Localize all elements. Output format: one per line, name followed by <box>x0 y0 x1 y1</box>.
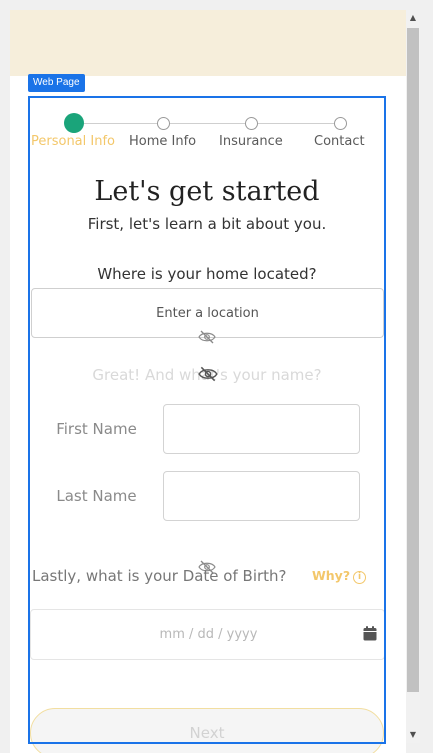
last-name-field[interactable] <box>163 471 360 521</box>
step-dot-home-info <box>157 117 170 130</box>
eye-slash-icon <box>198 366 218 382</box>
step-label-personal-info: Personal Info <box>31 134 115 149</box>
stepper-line <box>74 123 340 124</box>
step-label-home-info: Home Info <box>129 134 197 149</box>
step-dot-insurance <box>245 117 258 130</box>
location-question: Where is your home located? <box>97 265 317 283</box>
dob-placeholder: mm / dd / yyyy <box>159 627 258 642</box>
dob-question: Lastly, what is your Date of Birth? <box>32 567 287 585</box>
page-title: Let's get started <box>94 176 320 207</box>
scroll-down-arrow-icon[interactable]: ▼ <box>406 727 420 743</box>
first-name-label: First Name <box>56 420 137 438</box>
scroll-thumb[interactable] <box>407 28 419 692</box>
info-circle-icon: i <box>353 571 367 584</box>
top-banner <box>10 10 406 76</box>
eye-slash-icon <box>198 330 216 344</box>
first-name-field[interactable] <box>163 404 360 454</box>
calendar-icon[interactable] <box>363 626 377 641</box>
why-link[interactable]: Why? i <box>312 568 367 584</box>
why-label: Why? <box>312 568 351 583</box>
scroll-up-arrow-icon[interactable]: ▲ <box>406 10 420 26</box>
last-name-label: Last Name <box>56 487 137 505</box>
page-subtitle: First, let's learn a bit about you. <box>87 215 327 233</box>
web-page-tag: Web Page <box>28 74 85 92</box>
step-label-insurance: Insurance <box>219 134 283 149</box>
step-label-contact: Contact <box>314 134 365 149</box>
scrollbar[interactable]: ▲ ▼ <box>406 10 420 743</box>
step-dot-contact <box>334 117 347 130</box>
next-button[interactable]: Next <box>30 708 384 753</box>
step-dot-personal-info <box>64 113 84 133</box>
dob-date-field[interactable]: mm / dd / yyyy <box>30 609 385 660</box>
